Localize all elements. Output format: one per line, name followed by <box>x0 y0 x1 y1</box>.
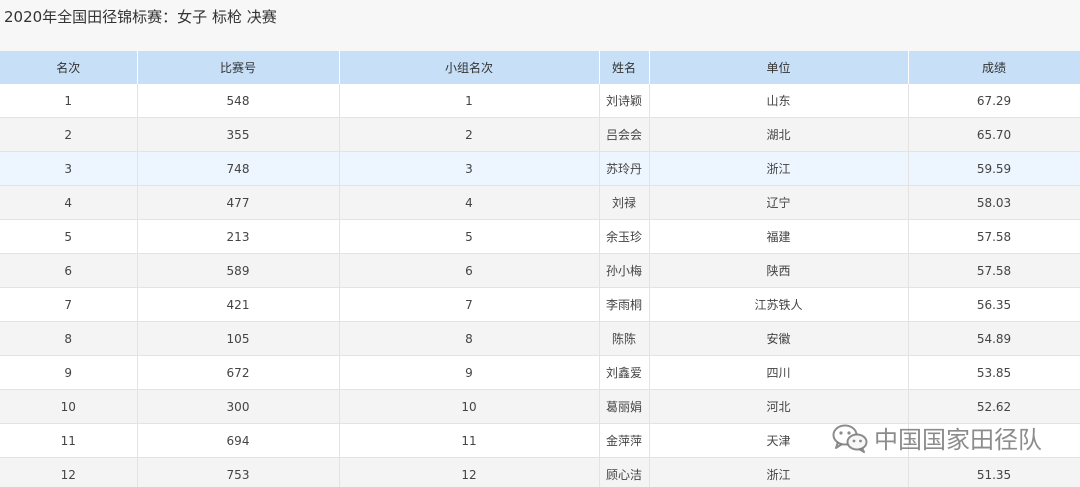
cell-rank: 6 <box>0 253 138 288</box>
cell-name: 顾心洁 <box>599 457 650 487</box>
column-header-bib[interactable]: 比赛号 <box>137 51 340 84</box>
cell-name: 刘禄 <box>599 185 650 220</box>
cell-bib: 748 <box>137 151 340 186</box>
cell-group-rank: 8 <box>339 321 600 356</box>
page: 2020年全国田径锦标赛：女子 标枪 决赛 名次 比赛号 小组名次 姓名 单位 … <box>0 0 1080 487</box>
cell-bib: 589 <box>137 253 340 288</box>
cell-unit: 陕西 <box>649 253 909 288</box>
cell-unit: 辽宁 <box>649 185 909 220</box>
cell-bib: 548 <box>137 84 340 118</box>
cell-name: 吕会会 <box>599 117 650 152</box>
cell-unit: 江苏铁人 <box>649 287 909 322</box>
cell-group-rank: 3 <box>339 151 600 186</box>
cell-name: 刘诗颖 <box>599 84 650 118</box>
column-header-name[interactable]: 姓名 <box>599 51 650 84</box>
wechat-icon <box>832 424 868 453</box>
cell-rank: 2 <box>0 117 138 152</box>
cell-name: 陈陈 <box>599 321 650 356</box>
cell-unit: 福建 <box>649 219 909 254</box>
cell-result: 57.58 <box>908 219 1080 254</box>
page-title: 2020年全国田径锦标赛：女子 标枪 决赛 <box>4 8 277 26</box>
cell-group-rank: 10 <box>339 389 600 424</box>
cell-result: 52.62 <box>908 389 1080 424</box>
table-row[interactable]: 4 477 4 刘禄 辽宁 58.03 <box>0 185 1080 220</box>
cell-bib: 753 <box>137 457 340 487</box>
cell-bib: 477 <box>137 185 340 220</box>
cell-group-rank: 12 <box>339 457 600 487</box>
watermark: 中国国家田径队 <box>832 420 1042 455</box>
cell-result: 56.35 <box>908 287 1080 322</box>
cell-rank: 9 <box>0 355 138 390</box>
table-row[interactable]: 9 672 9 刘鑫爱 四川 53.85 <box>0 355 1080 390</box>
column-header-result[interactable]: 成绩 <box>908 51 1080 84</box>
column-header-group-rank[interactable]: 小组名次 <box>339 51 600 84</box>
cell-name: 孙小梅 <box>599 253 650 288</box>
cell-bib: 213 <box>137 219 340 254</box>
cell-rank: 1 <box>0 84 138 118</box>
cell-bib: 421 <box>137 287 340 322</box>
cell-bib: 300 <box>137 389 340 424</box>
cell-name: 余玉珍 <box>599 219 650 254</box>
cell-rank: 7 <box>0 287 138 322</box>
column-header-unit[interactable]: 单位 <box>649 51 909 84</box>
cell-result: 65.70 <box>908 117 1080 152</box>
cell-bib: 105 <box>137 321 340 356</box>
cell-name: 刘鑫爱 <box>599 355 650 390</box>
cell-bib: 694 <box>137 423 340 458</box>
table-row[interactable]: 10 300 10 葛丽娟 河北 52.62 <box>0 389 1080 424</box>
column-header-rank[interactable]: 名次 <box>0 51 138 84</box>
cell-result: 59.59 <box>908 151 1080 186</box>
cell-result: 58.03 <box>908 185 1080 220</box>
cell-unit: 湖北 <box>649 117 909 152</box>
cell-name: 李雨桐 <box>599 287 650 322</box>
cell-bib: 355 <box>137 117 340 152</box>
cell-group-rank: 7 <box>339 287 600 322</box>
watermark-text: 中国国家田径队 <box>874 426 1042 454</box>
table-row[interactable]: 6 589 6 孙小梅 陕西 57.58 <box>0 253 1080 288</box>
cell-rank: 5 <box>0 219 138 254</box>
cell-result: 51.35 <box>908 457 1080 487</box>
cell-bib: 672 <box>137 355 340 390</box>
table-row[interactable]: 3 748 3 苏玲丹 浙江 59.59 <box>0 151 1080 186</box>
cell-unit: 安徽 <box>649 321 909 356</box>
cell-result: 54.89 <box>908 321 1080 356</box>
table-row[interactable]: 1 548 1 刘诗颖 山东 67.29 <box>0 84 1080 118</box>
cell-rank: 11 <box>0 423 138 458</box>
cell-result: 67.29 <box>908 84 1080 118</box>
table-header-row: 名次 比赛号 小组名次 姓名 单位 成绩 <box>0 51 1080 84</box>
cell-unit: 山东 <box>649 84 909 118</box>
cell-rank: 8 <box>0 321 138 356</box>
cell-group-rank: 9 <box>339 355 600 390</box>
cell-name: 金萍萍 <box>599 423 650 458</box>
cell-group-rank: 11 <box>339 423 600 458</box>
cell-unit: 浙江 <box>649 151 909 186</box>
cell-group-rank: 6 <box>339 253 600 288</box>
cell-unit: 四川 <box>649 355 909 390</box>
table-row[interactable]: 12 753 12 顾心洁 浙江 51.35 <box>0 457 1080 487</box>
cell-name: 葛丽娟 <box>599 389 650 424</box>
cell-unit: 浙江 <box>649 457 909 487</box>
cell-result: 57.58 <box>908 253 1080 288</box>
cell-rank: 10 <box>0 389 138 424</box>
cell-result: 53.85 <box>908 355 1080 390</box>
cell-group-rank: 5 <box>339 219 600 254</box>
cell-rank: 12 <box>0 457 138 487</box>
table-row[interactable]: 2 355 2 吕会会 湖北 65.70 <box>0 117 1080 152</box>
table-row[interactable]: 8 105 8 陈陈 安徽 54.89 <box>0 321 1080 356</box>
table-row[interactable]: 5 213 5 余玉珍 福建 57.58 <box>0 219 1080 254</box>
cell-group-rank: 2 <box>339 117 600 152</box>
cell-name: 苏玲丹 <box>599 151 650 186</box>
cell-unit: 河北 <box>649 389 909 424</box>
cell-rank: 3 <box>0 151 138 186</box>
cell-rank: 4 <box>0 185 138 220</box>
table-row[interactable]: 7 421 7 李雨桐 江苏铁人 56.35 <box>0 287 1080 322</box>
cell-group-rank: 1 <box>339 84 600 118</box>
cell-group-rank: 4 <box>339 185 600 220</box>
